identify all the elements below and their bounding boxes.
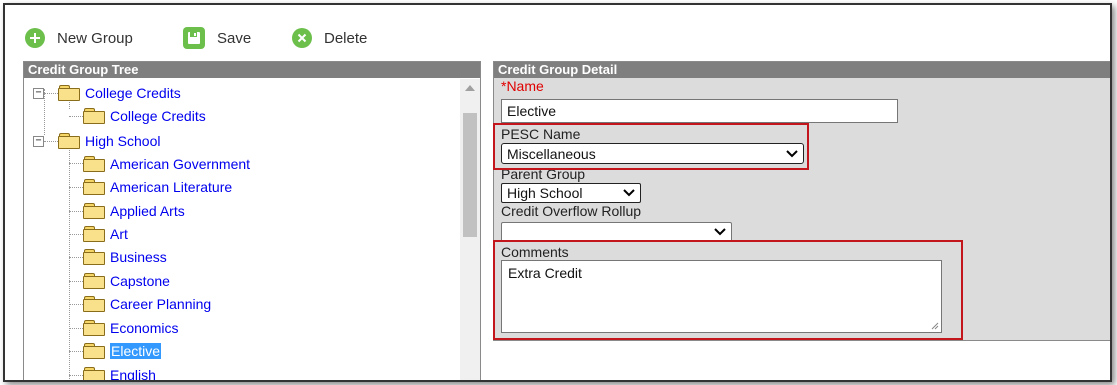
tree-node-high-school[interactable]: High School bbox=[58, 131, 161, 151]
tree-node-college-credits[interactable]: College Credits bbox=[58, 83, 181, 103]
folder-icon bbox=[83, 108, 105, 124]
credit-overflow-rollup-label: Credit Overflow Rollup bbox=[501, 203, 642, 219]
tree-node-college-credits-child[interactable]: College Credits bbox=[83, 106, 206, 126]
chevron-down-icon bbox=[714, 228, 726, 236]
detail-panel-title: Credit Group Detail bbox=[494, 62, 1110, 78]
collapse-toggle-icon[interactable]: − bbox=[33, 136, 44, 147]
parent-group-select[interactable]: High School bbox=[501, 183, 641, 203]
folder-icon bbox=[83, 367, 105, 380]
name-input[interactable] bbox=[501, 99, 898, 123]
save-label: Save bbox=[217, 29, 252, 47]
tree-connector bbox=[44, 93, 58, 94]
floppy-disk-icon bbox=[183, 27, 205, 49]
tree-node-label: Business bbox=[110, 249, 167, 265]
tree-node-elective[interactable]: Elective bbox=[83, 341, 162, 361]
tree-connector bbox=[69, 234, 83, 235]
tree-connector bbox=[69, 375, 83, 376]
scroll-thumb[interactable] bbox=[463, 113, 477, 237]
tree-node-career-planning[interactable]: Career Planning bbox=[83, 294, 211, 314]
tree-node-label: College Credits bbox=[85, 85, 181, 101]
tree-connector bbox=[69, 187, 83, 188]
tree-node-label: American Literature bbox=[110, 179, 233, 195]
delete-label: Delete bbox=[324, 29, 368, 47]
tree-node-label: College Credits bbox=[110, 108, 206, 124]
tree-connector bbox=[69, 141, 70, 380]
tree-node-label: High School bbox=[85, 133, 161, 149]
folder-icon bbox=[83, 156, 105, 172]
folder-icon bbox=[83, 320, 105, 336]
comments-highlight bbox=[493, 240, 963, 340]
tree-node-art[interactable]: Art bbox=[83, 224, 128, 244]
tree-node-american-government[interactable]: American Government bbox=[83, 154, 250, 174]
folder-icon bbox=[83, 226, 105, 242]
tree-connector bbox=[69, 163, 83, 164]
folder-icon bbox=[83, 343, 105, 359]
folder-icon bbox=[58, 85, 80, 101]
name-label: *Name bbox=[501, 78, 544, 94]
tree-node-label: Applied Arts bbox=[110, 203, 185, 219]
credit-group-window: New Group Save Delete Credit Group Tree bbox=[3, 3, 1112, 382]
tree-connector bbox=[44, 89, 45, 135]
tree-node-business[interactable]: Business bbox=[83, 247, 167, 267]
tree-node-label: Art bbox=[110, 226, 128, 242]
new-group-button[interactable]: New Group bbox=[25, 25, 133, 51]
folder-icon bbox=[83, 249, 105, 265]
save-button[interactable]: Save bbox=[183, 25, 251, 51]
parent-group-value: High School bbox=[507, 185, 583, 201]
tree-node-label-selected: Elective bbox=[110, 343, 162, 359]
folder-icon bbox=[83, 296, 105, 312]
folder-icon bbox=[58, 133, 80, 149]
tree-connector bbox=[69, 304, 83, 305]
credit-group-tree-panel: Credit Group Tree − College Credits Coll… bbox=[23, 61, 481, 381]
tree-connector bbox=[69, 351, 83, 352]
tree-node-economics[interactable]: Economics bbox=[83, 318, 178, 338]
delete-button[interactable]: Delete bbox=[292, 25, 367, 51]
tree-node-capstone[interactable]: Capstone bbox=[83, 271, 170, 291]
tree-node-label: English bbox=[110, 367, 156, 381]
folder-icon bbox=[83, 273, 105, 289]
chevron-down-icon bbox=[623, 189, 635, 197]
folder-icon bbox=[83, 179, 105, 195]
plus-icon bbox=[25, 28, 45, 48]
tree-node-applied-arts[interactable]: Applied Arts bbox=[83, 201, 185, 221]
toolbar: New Group Save Delete bbox=[5, 5, 1110, 59]
tree-scrollbar[interactable] bbox=[460, 79, 480, 380]
pesc-name-highlight bbox=[493, 123, 809, 170]
tree-connector bbox=[69, 211, 83, 212]
tree-connector bbox=[69, 257, 83, 258]
tree-node-american-literature[interactable]: American Literature bbox=[83, 177, 232, 197]
tree-node-english[interactable]: English bbox=[83, 365, 156, 381]
tree-node-label: American Government bbox=[110, 156, 251, 172]
collapse-toggle-icon[interactable]: − bbox=[33, 88, 44, 99]
tree-node-label: Capstone bbox=[110, 273, 170, 289]
folder-icon bbox=[83, 203, 105, 219]
close-icon bbox=[292, 28, 312, 48]
tree-node-label: Economics bbox=[110, 320, 179, 336]
scroll-up-arrow-icon[interactable] bbox=[465, 85, 475, 91]
new-group-label: New Group bbox=[57, 29, 133, 47]
tree-connector bbox=[69, 116, 83, 117]
tree-connector bbox=[69, 281, 83, 282]
tree-panel-title: Credit Group Tree bbox=[24, 62, 480, 78]
credit-group-tree: − College Credits College Credits − High… bbox=[24, 79, 460, 381]
tree-connector bbox=[69, 328, 83, 329]
tree-node-label: Career Planning bbox=[110, 296, 212, 312]
tree-connector bbox=[44, 141, 58, 142]
credit-overflow-rollup-select[interactable] bbox=[501, 222, 732, 242]
